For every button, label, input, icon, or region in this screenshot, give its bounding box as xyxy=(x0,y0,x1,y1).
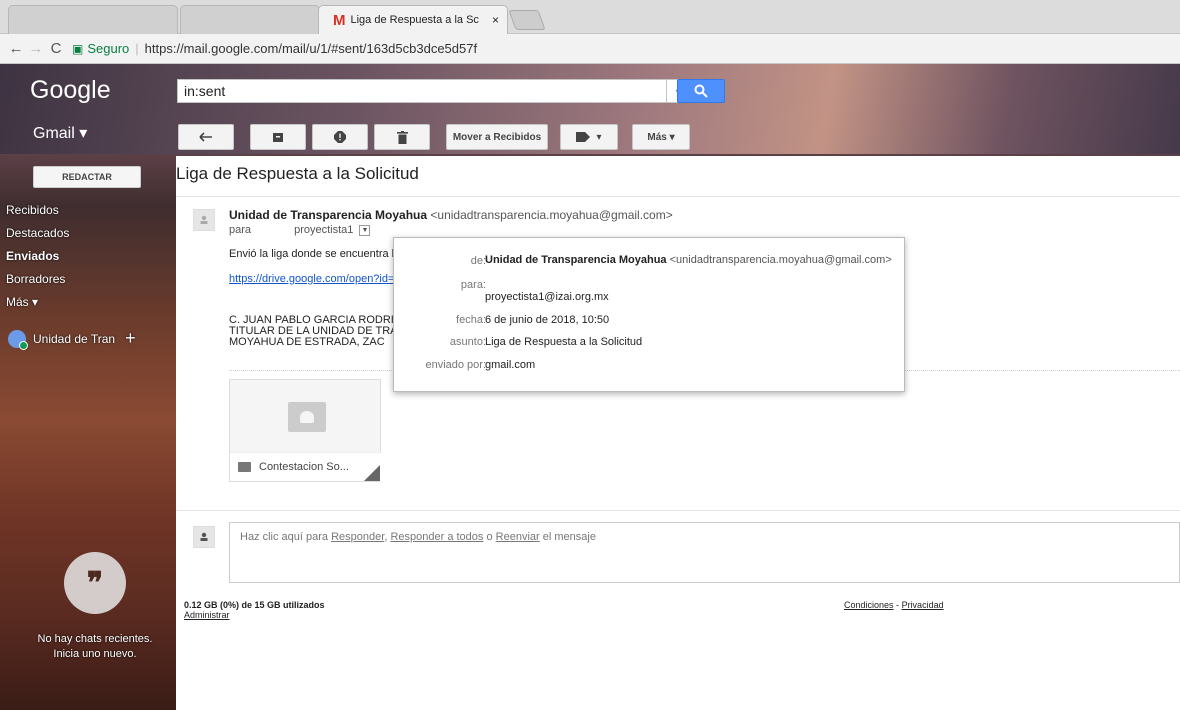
browser-tab-active[interactable]: M Liga de Respuesta a la Sc × xyxy=(318,5,508,34)
back-to-sent-button[interactable] xyxy=(178,124,234,150)
person-icon xyxy=(200,532,208,541)
archive-icon xyxy=(273,133,283,142)
labels-caret-icon: ▾ xyxy=(596,131,602,143)
from-name: Unidad de Transparencia Moyahua xyxy=(485,254,667,266)
date-value: 6 de junio de 2018, 10:50 xyxy=(485,314,610,326)
sidebar-item-inbox[interactable]: Recibidos xyxy=(6,203,59,217)
sent-by-label: enviado por: xyxy=(425,359,486,371)
archive-button[interactable] xyxy=(250,124,306,150)
security-label: Seguro xyxy=(87,41,130,56)
address-bar: ← → C ▣ Seguro | https://mail.google.com… xyxy=(0,34,1180,64)
reply-all-link[interactable]: Responder a todos xyxy=(390,531,483,543)
reply-or: o xyxy=(486,531,493,543)
attachment-name: Contestacion So... xyxy=(259,461,349,473)
hangouts-account[interactable]: Unidad de Tran + xyxy=(8,328,136,350)
folder-placeholder-icon xyxy=(288,402,326,432)
hangouts-quote-icon: ❞ xyxy=(64,552,126,614)
google-logo[interactable]: Google xyxy=(30,76,111,105)
browser-tab-inactive[interactable] xyxy=(8,5,178,34)
sidebar-item-drafts[interactable]: Borradores xyxy=(6,272,65,286)
storage-text: 0.12 GB (0%) de 15 GB utilizados xyxy=(184,600,325,610)
sidebar-item-sent[interactable]: Enviados xyxy=(6,249,59,263)
from-email: <unidadtransparencia.moyahua@gmail.com> xyxy=(669,254,892,266)
url-field[interactable]: ▣ Seguro | https://mail.google.com/mail/… xyxy=(72,38,477,60)
account-name: Unidad de Tran xyxy=(33,331,116,346)
no-chats-message: No hay chats recientes. Inicia uno nuevo… xyxy=(0,632,190,662)
privacy-link[interactable]: Privacidad xyxy=(902,600,944,610)
label-tag-icon xyxy=(576,132,591,142)
more-actions-button[interactable]: Más ▾ xyxy=(632,124,690,150)
labels-button[interactable]: ▾ xyxy=(560,124,618,150)
to-value: proyectista1@izai.org.mx xyxy=(485,291,609,303)
compose-button[interactable]: REDACTAR xyxy=(33,166,141,188)
message-body-line: Envió la liga donde se encuentra l xyxy=(229,248,395,260)
sidebar-item-more[interactable]: Más ▾ xyxy=(6,295,38,309)
search-icon xyxy=(694,84,708,98)
reply-suffix: el mensaje xyxy=(542,531,596,543)
recipient-line: para proyectista1 ▼ xyxy=(229,224,371,236)
my-avatar xyxy=(193,526,215,548)
signature-line: MOYAHUA DE ESTRADA, ZAC xyxy=(229,336,385,348)
delete-button[interactable] xyxy=(374,124,430,150)
sent-by-value: gmail.com xyxy=(485,359,536,371)
move-to-inbox-button[interactable]: Mover a Recibidos xyxy=(446,124,548,150)
report-spam-button[interactable] xyxy=(312,124,368,150)
trash-icon xyxy=(396,130,408,144)
attachment-label: Contestacion So... xyxy=(230,452,382,481)
drive-link[interactable]: https://drive.google.com/open?id= xyxy=(229,273,399,285)
reload-icon[interactable]: C xyxy=(46,40,66,57)
gmail-favicon-icon: M xyxy=(333,11,346,29)
page-fold-icon xyxy=(364,465,380,481)
subject-value: Liga de Respuesta a la Solicitud xyxy=(485,336,643,348)
start-chat-line: Inicia uno nuevo. xyxy=(53,648,137,660)
forward-arrow-icon[interactable]: → xyxy=(26,40,46,57)
footer-dash: - xyxy=(896,600,900,610)
avatar xyxy=(8,329,28,350)
date-label: fecha: xyxy=(456,314,486,326)
tab-title: Liga de Respuesta a la Sc xyxy=(350,14,479,26)
reply-prefix: Haz clic aquí para xyxy=(240,531,329,543)
forward-link[interactable]: Reenviar xyxy=(496,531,540,543)
divider xyxy=(176,510,1180,511)
search-input[interactable]: in:sent xyxy=(177,79,667,103)
search-button[interactable] xyxy=(677,79,725,103)
browser-tab-strip: M Liga de Respuesta a la Sc × xyxy=(0,0,1180,34)
sender-name[interactable]: Unidad de Transparencia Moyahua xyxy=(229,208,427,222)
spam-icon xyxy=(334,131,346,143)
message-subject: Liga de Respuesta a la Solicitud xyxy=(176,164,419,183)
url-separator: | xyxy=(135,41,139,56)
sender-email: <unidadtransparencia.moyahua@gmail.com> xyxy=(430,208,673,222)
sender-line: Unidad de Transparencia Moyahua <unidadt… xyxy=(229,208,673,222)
add-contact-icon[interactable]: + xyxy=(125,328,136,349)
gmail-app-switcher[interactable]: Gmail ▾ xyxy=(33,123,87,143)
browser-tab-inactive[interactable] xyxy=(180,5,320,34)
back-arrow-icon xyxy=(199,132,212,142)
sidebar-item-starred[interactable]: Destacados xyxy=(6,226,69,240)
url-text[interactable]: https://mail.google.com/mail/u/1/#sent/1… xyxy=(145,41,477,56)
no-chats-line: No hay chats recientes. xyxy=(37,633,153,645)
subject-label: asunto: xyxy=(449,336,486,348)
terms-link[interactable]: Condiciones xyxy=(844,600,894,610)
message-details-popup: de: Unidad de Transparencia Moyahua <uni… xyxy=(393,237,905,392)
back-arrow-icon[interactable]: ← xyxy=(6,40,26,57)
lock-icon: ▣ xyxy=(72,41,84,56)
tab-close-icon[interactable]: × xyxy=(492,13,499,27)
to-prefix: para xyxy=(229,224,252,236)
show-details-toggle-icon[interactable]: ▼ xyxy=(359,224,371,236)
person-icon xyxy=(200,215,208,224)
to-label: para: xyxy=(460,279,486,291)
attachment-card[interactable]: Contestacion So... xyxy=(229,379,382,482)
manage-storage-link[interactable]: Administrar xyxy=(184,610,230,620)
folder-icon xyxy=(238,462,251,472)
divider xyxy=(176,196,1180,197)
reply-box[interactable]: Haz clic aquí para Responder, Responder … xyxy=(229,522,1180,583)
from-value: Unidad de Transparencia Moyahua <unidadt… xyxy=(485,254,892,266)
storage-usage: 0.12 GB (0%) de 15 GB utilizados xyxy=(184,600,325,610)
from-label: de: xyxy=(470,255,486,267)
reply-link[interactable]: Responder xyxy=(331,531,384,543)
footer-links: Condiciones - Privacidad xyxy=(844,600,944,610)
to-name: proyectista1 xyxy=(294,224,354,236)
sender-avatar xyxy=(193,209,215,231)
new-tab-button[interactable] xyxy=(508,10,546,30)
